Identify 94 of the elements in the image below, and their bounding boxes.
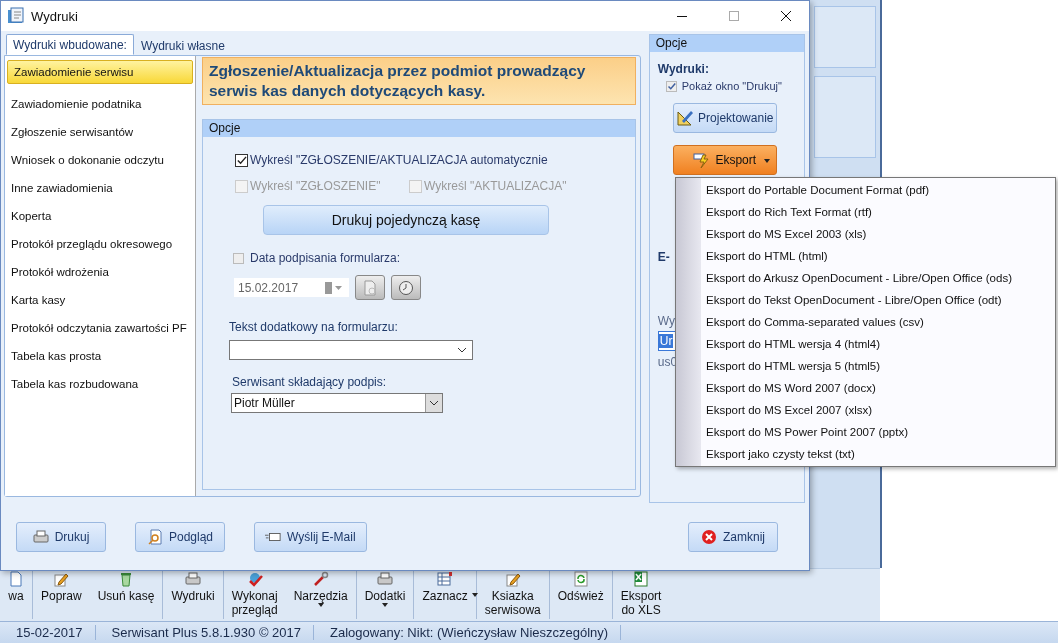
checkbox[interactable] bbox=[235, 153, 248, 167]
document-icon bbox=[362, 279, 378, 296]
ruler-pencil-icon bbox=[676, 109, 695, 127]
date-field[interactable]: 15.02.2017 bbox=[234, 278, 349, 297]
magnifier-icon bbox=[146, 529, 163, 545]
maximize-icon[interactable] bbox=[728, 10, 740, 22]
menu-item[interactable]: Eksport do MS Word 2007 (docx) bbox=[676, 377, 1055, 399]
chevron-icon bbox=[457, 347, 467, 353]
clock-button[interactable] bbox=[391, 275, 421, 300]
status-text: Serwisant Plus 5.8.1.930 © 2017 bbox=[95, 625, 315, 640]
caret-icon bbox=[471, 593, 478, 597]
menu-item[interactable]: Eksport do MS Power Point 2007 (pptx) bbox=[676, 421, 1055, 443]
list-item[interactable]: Protokół odczytania zawartości PF bbox=[5, 314, 195, 342]
grid-icon bbox=[437, 571, 454, 587]
toolbar-button[interactable]: Wydruki bbox=[163, 569, 223, 621]
list-item[interactable]: Karta kasy bbox=[5, 286, 195, 314]
toolbar-button[interactable]: Popraw bbox=[33, 569, 90, 621]
tab[interactable]: Wydruki własne bbox=[133, 36, 232, 55]
preview-button[interactable]: Podgląd bbox=[135, 522, 225, 552]
field-label: Serwisant składający podpis: bbox=[232, 375, 387, 389]
document-button[interactable] bbox=[355, 275, 385, 300]
caret-icon bbox=[763, 159, 770, 163]
text-combo-box[interactable] bbox=[229, 340, 473, 360]
menu-item[interactable]: Eksport do Tekst OpenDocument - Libre/Open Office (odt) bbox=[676, 289, 1055, 311]
group-title: Opcje bbox=[649, 35, 804, 52]
background-panel bbox=[814, 6, 876, 68]
list-item[interactable]: Wniosek o dokonanie odczytu bbox=[5, 146, 195, 174]
list-item[interactable]: Koperta bbox=[5, 202, 195, 230]
group-title: Opcje bbox=[203, 120, 635, 137]
printer-button[interactable]: Drukuj bbox=[16, 522, 106, 552]
print-single-button[interactable]: Drukuj pojedynczą kasę bbox=[263, 205, 549, 235]
checkbox-label: Wykreśl "ZGŁOSZENIE/AKTUALIZACJA automatycznie bbox=[250, 153, 548, 167]
menu-item[interactable]: Eksport do HTML (html) bbox=[676, 245, 1055, 267]
section-heading: Wydruki: bbox=[657, 62, 709, 76]
menu-item[interactable]: Eksport do HTML wersja 5 (html5) bbox=[676, 355, 1055, 377]
checkbox-label: Wykreśl "ZGŁOSZENIE" bbox=[250, 179, 381, 193]
field-label: Wy bbox=[657, 314, 675, 328]
toolbar-button[interactable]: Ksiazka serwisowa bbox=[476, 569, 549, 621]
menu-item[interactable]: Eksport do Arkusz OpenDocument - Libre/Open Office (ods) bbox=[676, 267, 1055, 289]
menu-item[interactable]: Eksport jako czysty tekst (txt) bbox=[676, 443, 1055, 465]
list-item[interactable]: Inne zawiadomienia bbox=[5, 174, 195, 202]
checkbox[interactable] bbox=[665, 80, 677, 92]
section-heading: E- bbox=[657, 250, 670, 264]
menu-item[interactable]: Eksport do MS Excel 2003 (xls) bbox=[676, 223, 1055, 245]
lightning-icon bbox=[693, 151, 712, 169]
status-text: Zalogowany: Nikt: (Wieńczysław Nieszczególny) bbox=[314, 625, 622, 640]
status-text: 15-02-2017 bbox=[0, 625, 96, 640]
toolbar-button[interactable]: Odśwież bbox=[549, 569, 612, 621]
caret-icon bbox=[317, 603, 324, 607]
tools-icon bbox=[312, 571, 329, 587]
menu-item[interactable]: Eksport do MS Excel 2007 (xlsx) bbox=[676, 399, 1055, 421]
refresh-icon bbox=[572, 571, 589, 587]
window-title: Wydruki bbox=[31, 8, 78, 24]
close-button[interactable]: Zamknij bbox=[688, 522, 778, 552]
check-icon bbox=[246, 571, 263, 587]
checkbox[interactable] bbox=[233, 252, 244, 264]
pencil-icon bbox=[504, 571, 521, 587]
checkbox-label: Wykreśl "AKTUALIZACJA" bbox=[424, 179, 567, 193]
menu-item[interactable]: Eksport do Portable Document Format (pdf) bbox=[676, 179, 1055, 201]
printer-icon bbox=[185, 571, 201, 587]
clock-icon bbox=[398, 279, 414, 296]
toolbar-button[interactable]: Usuń kasę bbox=[89, 569, 163, 621]
chevron-icon bbox=[429, 400, 439, 406]
close-icon bbox=[701, 529, 717, 545]
calendar-dropdown-icon bbox=[325, 281, 345, 294]
close-icon[interactable] bbox=[780, 10, 792, 22]
field-label: Tekst dodatkowy na formularzu: bbox=[229, 320, 398, 334]
address-field[interactable]: Ur bbox=[657, 331, 676, 351]
tab[interactable]: Wydruki wbudowane: bbox=[6, 34, 134, 55]
list-item[interactable]: Zawiadomienie serwisu bbox=[7, 60, 193, 84]
list-item[interactable]: Protokół wdrożenia bbox=[5, 258, 195, 286]
design-button[interactable]: Projektowanie bbox=[672, 103, 777, 133]
heading-banner: Zgłoszenie/Aktualizacja przez podmiot prowadzący serwis kas danych dotyczących kasy. bbox=[202, 57, 636, 105]
export-button[interactable]: Eksport bbox=[672, 145, 777, 175]
list-item[interactable]: Tabela kas rozbudowana bbox=[5, 370, 195, 398]
technician-combo-box[interactable]: Piotr Müller bbox=[231, 393, 443, 413]
printer-icon bbox=[32, 529, 49, 545]
list-item[interactable]: Tabela kas prosta bbox=[5, 342, 195, 370]
app-icon bbox=[7, 7, 25, 25]
printer-icon bbox=[377, 571, 394, 587]
list-item[interactable]: Zawiadomienie podatnika bbox=[5, 90, 195, 118]
checkbox-label: Data podpisania formularza: bbox=[250, 251, 401, 265]
menu-item[interactable]: Eksport do Rich Text Format (rtf) bbox=[676, 201, 1055, 223]
list-item[interactable]: Zgłoszenie serwisantów bbox=[5, 118, 195, 146]
checkbox-label: Pokaż okno "Drukuj" bbox=[681, 80, 782, 92]
list-item[interactable]: Protokół przeglądu okresowego bbox=[5, 230, 195, 258]
sheet-icon bbox=[633, 571, 650, 587]
mail-button[interactable]: Wyślij E-Mail bbox=[254, 522, 367, 552]
pencil-icon bbox=[53, 571, 70, 587]
menu-item[interactable]: Eksport do HTML wersja 4 (html4) bbox=[676, 333, 1055, 355]
toolbar-button[interactable]: Dodatki bbox=[356, 569, 414, 621]
menu-item[interactable]: Eksport do Comma-separated values (csv) bbox=[676, 311, 1055, 333]
toolbar-button[interactable]: wa bbox=[0, 569, 32, 621]
caret-icon bbox=[382, 603, 389, 607]
